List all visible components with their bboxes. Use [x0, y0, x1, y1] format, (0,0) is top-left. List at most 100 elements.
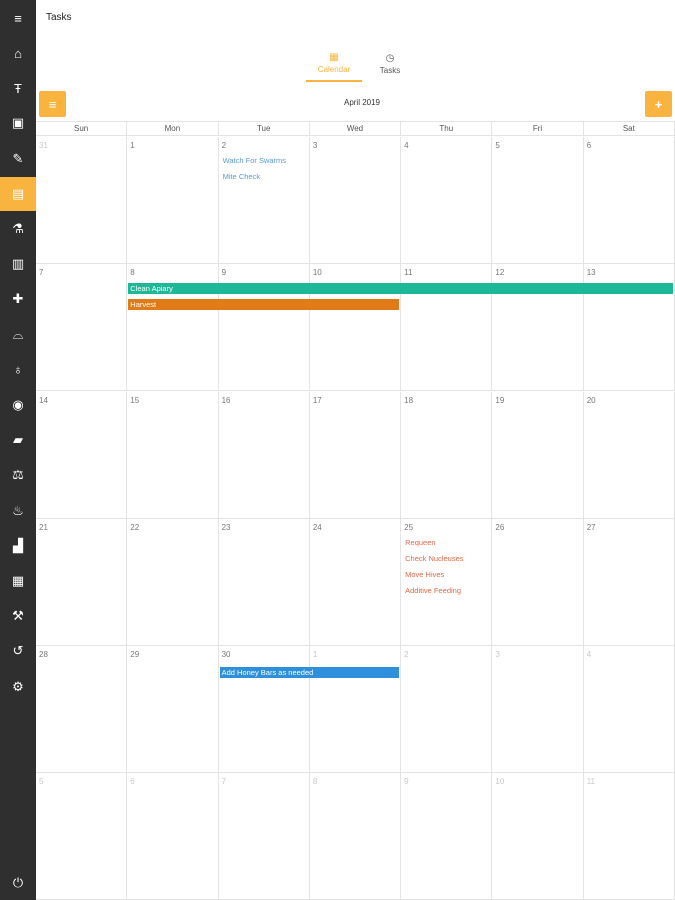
calendar-event[interactable]: Check Nucleuses: [405, 554, 463, 563]
day-cell[interactable]: 28: [36, 646, 128, 772]
day-cell[interactable]: 5: [36, 773, 128, 899]
hive-nav-item[interactable]: Ŧ: [0, 71, 36, 105]
day-number: 1: [130, 141, 135, 150]
logout-button[interactable]: ⏻: [0, 866, 36, 900]
day-cell[interactable]: 16: [219, 392, 310, 518]
edit-nav-item[interactable]: ✎: [0, 142, 36, 176]
day-cell[interactable]: 19: [492, 392, 584, 518]
day-cell[interactable]: 29: [127, 646, 219, 772]
multi-day-event[interactable]: Add Honey Bars as needed: [219, 667, 400, 678]
scale-nav-item[interactable]: ⚖: [0, 458, 36, 492]
calendar-nav-item[interactable]: ▤: [0, 176, 36, 211]
day-number: 14: [39, 396, 48, 405]
day-cell[interactable]: 20: [584, 392, 675, 518]
home-nav-item[interactable]: ⌂: [0, 36, 36, 70]
tab-calendar-label: Calendar: [317, 65, 351, 74]
day-number: 27: [586, 523, 596, 532]
day-cell[interactable]: 31: [36, 137, 128, 263]
tab-calendar[interactable]: ▦ Calendar: [306, 46, 362, 82]
truck-nav-item[interactable]: ▰: [0, 423, 36, 457]
basket-icon: ♨: [12, 502, 24, 518]
plus-icon: +: [654, 96, 663, 112]
money-bag-nav-item[interactable]: ♁: [0, 353, 36, 387]
jar-nav-item[interactable]: ▥: [0, 247, 36, 281]
basket-nav-item[interactable]: ♨: [0, 494, 36, 528]
inbox-icon: ▣: [11, 115, 25, 131]
day-number: 31: [39, 141, 48, 150]
day-cell[interactable]: 25 Requeen Check Nucleuses Move Hives Additi…: [401, 519, 493, 645]
day-cell[interactable]: 11: [584, 773, 675, 899]
power-icon: ⏻: [12, 875, 24, 890]
day-cell[interactable]: 4: [401, 137, 493, 263]
day-number: 21: [39, 523, 48, 532]
multi-day-event[interactable]: Clean Apiary: [128, 283, 673, 294]
day-cell[interactable]: 27: [584, 519, 675, 645]
globe-icon: ◉: [12, 397, 24, 412]
flask-nav-item[interactable]: ⚗: [0, 212, 36, 246]
day-cell[interactable]: 26: [492, 519, 584, 645]
history-nav-item[interactable]: ↺: [0, 634, 36, 668]
day-cell[interactable]: 2 Watch For Swarms Mite Check: [219, 137, 310, 263]
day-cell[interactable]: 4: [584, 646, 675, 772]
settings-nav-item[interactable]: ⚙: [0, 670, 36, 704]
inbox-nav-item[interactable]: ▣: [0, 106, 36, 140]
day-number: 8: [130, 268, 135, 277]
multi-day-event[interactable]: Harvest: [128, 299, 400, 310]
day-number: 30: [221, 650, 231, 659]
day-of-week-fri: Fri: [492, 122, 584, 135]
day-cell[interactable]: 3: [310, 137, 402, 263]
calendar-menu-button[interactable]: ≡: [39, 91, 66, 117]
medkit-nav-item[interactable]: ✚: [0, 282, 36, 316]
calendar-grid: Sun Mon Tue Wed Thu Fri Sat 31 1 2 Watch For Swar…: [36, 121, 675, 900]
hat-nav-item[interactable]: ⌓: [0, 318, 36, 352]
day-cell[interactable]: 6: [584, 137, 675, 263]
day-cell[interactable]: 1: [127, 137, 219, 263]
day-cell[interactable]: 21: [36, 519, 128, 645]
calendar-event[interactable]: Additive Feeding: [405, 586, 461, 595]
day-of-week-wed: Wed: [310, 122, 402, 135]
week-row: 14 15 16 17 18 19 20: [36, 392, 675, 519]
day-number: 7: [39, 268, 44, 277]
calendar-event[interactable]: Requeen: [405, 538, 435, 547]
day-of-week-sat: Sat: [584, 122, 675, 135]
day-number: 6: [586, 141, 592, 150]
day-cell[interactable]: 10: [492, 773, 584, 899]
day-cell[interactable]: 7: [36, 264, 128, 390]
calendar-event[interactable]: Move Hives: [405, 570, 444, 579]
day-of-week-thu: Thu: [401, 122, 493, 135]
day-cell[interactable]: 5: [492, 137, 584, 263]
day-cell[interactable]: 9: [401, 773, 493, 899]
add-task-button[interactable]: +: [645, 91, 672, 117]
day-cell[interactable]: 1: [310, 646, 402, 772]
day-cell[interactable]: 22: [127, 519, 219, 645]
hive-icon: Ŧ: [14, 80, 22, 96]
day-cell[interactable]: 6: [127, 773, 219, 899]
menu-nav-item[interactable]: ≡: [0, 1, 36, 35]
calendar-event[interactable]: Mite Check: [223, 172, 261, 181]
calculator-nav-item[interactable]: ▦: [0, 564, 36, 598]
day-cell[interactable]: 17: [310, 392, 402, 518]
day-number: 15: [130, 396, 140, 405]
day-cell[interactable]: 2: [401, 646, 493, 772]
magic-wand-nav-item[interactable]: ⚒: [0, 599, 36, 633]
chart-nav-item[interactable]: ▟: [0, 529, 36, 563]
day-cell[interactable]: 8: [310, 773, 402, 899]
day-cell[interactable]: 18: [401, 392, 493, 518]
week-row: 21 22 23 24 25 Requeen Check Nucleuses Move Hiv…: [36, 519, 675, 646]
day-cell[interactable]: 30: [219, 646, 310, 772]
calendar-event[interactable]: Watch For Swarms: [223, 156, 286, 165]
day-cell[interactable]: 15: [127, 392, 219, 518]
tab-tasks[interactable]: ◷ Tasks: [362, 46, 418, 82]
day-cell[interactable]: 3: [492, 646, 584, 772]
day-number: 10: [495, 777, 505, 786]
day-cell[interactable]: 14: [36, 392, 128, 518]
day-number: 18: [404, 396, 414, 405]
day-number: 10: [312, 268, 322, 277]
day-cell[interactable]: 7: [219, 773, 310, 899]
globe-nav-item[interactable]: ◉: [0, 388, 36, 422]
day-number: 28: [39, 650, 48, 659]
day-number: 5: [39, 777, 44, 786]
day-number: 6: [130, 777, 135, 786]
day-cell[interactable]: 24: [310, 519, 402, 645]
day-cell[interactable]: 23: [219, 519, 310, 645]
